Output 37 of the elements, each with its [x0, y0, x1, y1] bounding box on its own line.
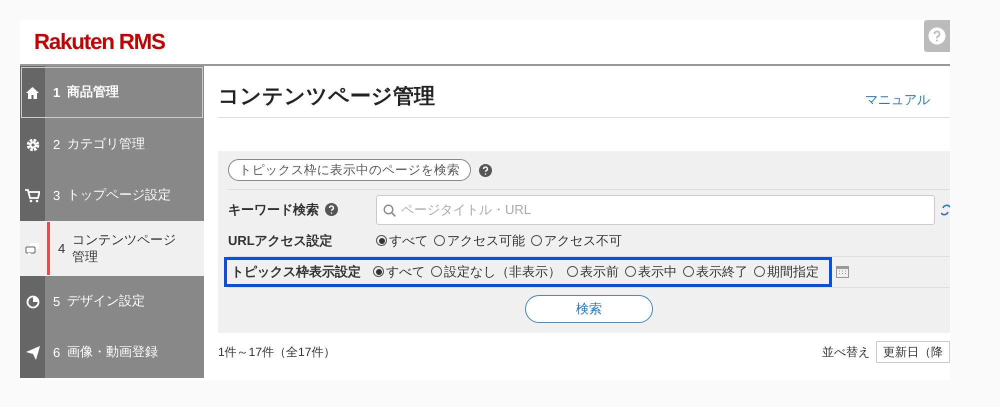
sort-select[interactable]: 更新日（降 — [876, 340, 950, 362]
radio-option[interactable]: 表示中 — [625, 262, 677, 282]
nav-icon — [26, 346, 40, 360]
nav-icon — [25, 242, 40, 256]
logo: Rakuten RMS — [34, 28, 165, 56]
keyword-input[interactable]: ページタイトル・URL — [376, 194, 935, 224]
manual-link[interactable]: マニュアル — [865, 90, 930, 109]
search-button[interactable]: 検索 — [525, 294, 653, 322]
sidebar-item[interactable]: 5 デザイン設定 — [20, 276, 204, 327]
sidebar-item[interactable]: 2 カテゴリ管理 — [20, 119, 204, 170]
radio-option[interactable]: 設定なし（非表示） — [431, 262, 561, 282]
radio-option[interactable]: 期間指定 — [754, 262, 819, 282]
radio-option[interactable]: すべて — [373, 262, 425, 282]
result-count: 1件～17件（全17件） — [218, 344, 336, 360]
topics-search-button[interactable]: トピックス枠に表示中のページを検索 — [228, 159, 471, 181]
help-icon[interactable] — [325, 203, 338, 216]
page-title: コンテンツページ管理 — [218, 84, 435, 109]
sidebar-item[interactable]: 6 画像・動画登録 — [20, 327, 204, 378]
radio-option[interactable]: 表示前 — [567, 262, 619, 282]
calendar-icon[interactable] — [836, 265, 849, 278]
sidebar-item[interactable]: 1 商品管理 — [20, 66, 204, 119]
refresh-icon[interactable] — [941, 202, 950, 216]
radio-option[interactable]: 表示終了 — [683, 262, 748, 282]
help-icon — [928, 27, 946, 45]
field-label: キーワード検索 — [228, 200, 319, 219]
help-icon[interactable] — [479, 164, 492, 176]
sort-label: 並べ替え — [822, 344, 870, 360]
nav-icon — [26, 138, 40, 152]
radio-option[interactable]: アクセス可能 — [434, 230, 525, 250]
field-label: トピックス枠表示設定 — [231, 263, 361, 281]
radio-option[interactable]: すべて — [376, 230, 428, 250]
nav-icon — [25, 86, 40, 100]
nav-icon — [26, 294, 40, 308]
sidebar-item[interactable]: 3 トップページ設定 — [20, 170, 204, 221]
radio-option[interactable]: アクセス不可 — [531, 230, 622, 250]
field-label: URLアクセス設定 — [228, 232, 333, 250]
nav-icon — [25, 188, 40, 202]
